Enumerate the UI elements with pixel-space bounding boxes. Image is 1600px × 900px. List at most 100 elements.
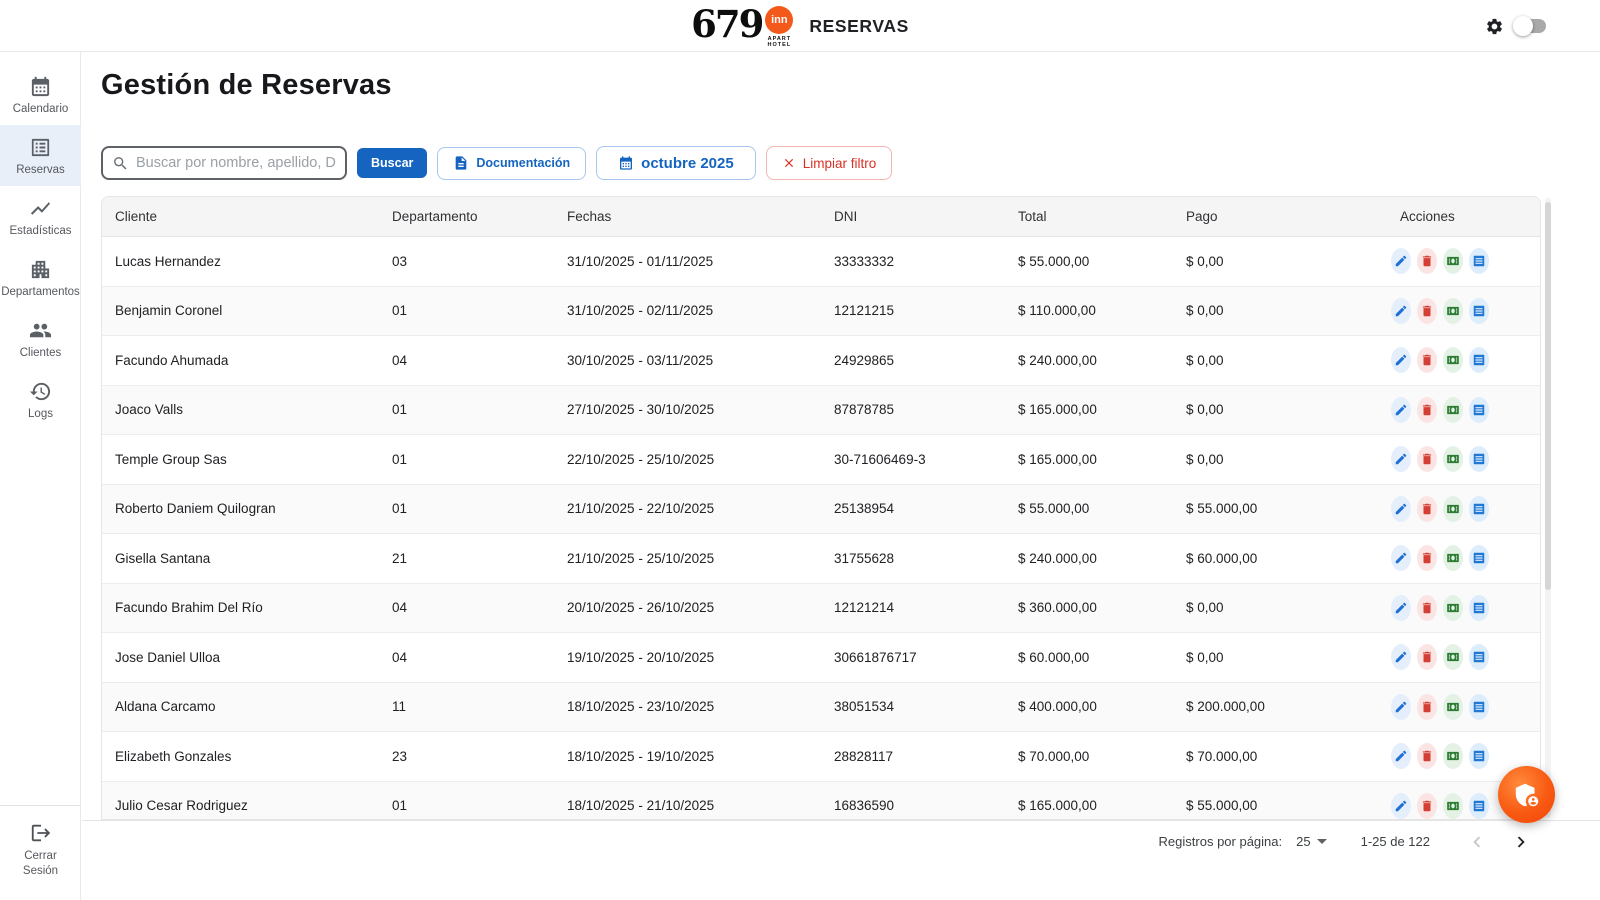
payment-button[interactable] xyxy=(1443,496,1463,522)
edit-button[interactable] xyxy=(1391,694,1411,720)
page-range-label: 1-25 de 122 xyxy=(1361,834,1430,849)
delete-button[interactable] xyxy=(1417,545,1437,571)
details-button[interactable] xyxy=(1469,298,1489,324)
payment-button[interactable] xyxy=(1443,644,1463,670)
sidebar-item-estadisticas[interactable]: Estadísticas xyxy=(0,186,81,247)
table-row: Facundo Ahumada 04 30/10/2025 - 03/11/20… xyxy=(102,336,1540,386)
edit-button[interactable] xyxy=(1391,397,1411,423)
details-button[interactable] xyxy=(1469,595,1489,621)
cell-departamento: 01 xyxy=(379,452,554,467)
per-page-select[interactable]: 25 xyxy=(1296,834,1326,849)
cell-departamento: 11 xyxy=(379,699,554,714)
cell-cliente: Benjamin Coronel xyxy=(102,303,379,318)
delete-button[interactable] xyxy=(1417,397,1437,423)
edit-button[interactable] xyxy=(1391,793,1411,819)
delete-button[interactable] xyxy=(1417,694,1437,720)
details-button[interactable] xyxy=(1469,694,1489,720)
settings-gear-icon[interactable] xyxy=(1485,17,1504,36)
logout-button[interactable]: Cerrar Sesión xyxy=(0,805,81,879)
payment-button[interactable] xyxy=(1443,298,1463,324)
table-row: Jose Daniel Ulloa 04 19/10/2025 - 20/10/… xyxy=(102,633,1540,683)
edit-button[interactable] xyxy=(1391,446,1411,472)
payment-button[interactable] xyxy=(1443,545,1463,571)
sidebar-item-calendario[interactable]: Calendario xyxy=(0,64,81,125)
chevron-right-icon xyxy=(1510,831,1532,853)
table-row: Joaco Valls 01 27/10/2025 - 30/10/2025 8… xyxy=(102,386,1540,436)
payment-button[interactable] xyxy=(1443,793,1463,819)
cell-acciones xyxy=(1378,496,1540,522)
payment-button[interactable] xyxy=(1443,397,1463,423)
sidebar-item-departamentos[interactable]: Departamentos xyxy=(0,247,81,308)
delete-button[interactable] xyxy=(1417,298,1437,324)
payment-button[interactable] xyxy=(1443,446,1463,472)
details-button[interactable] xyxy=(1469,446,1489,472)
receipt-list-icon xyxy=(1472,700,1486,714)
details-button[interactable] xyxy=(1469,545,1489,571)
theme-toggle[interactable] xyxy=(1516,19,1546,33)
edit-button[interactable] xyxy=(1391,743,1411,769)
cell-pago: $ 0,00 xyxy=(1173,600,1378,615)
previous-page-button[interactable] xyxy=(1462,831,1492,853)
payment-button[interactable] xyxy=(1443,694,1463,720)
cell-dni: 12121214 xyxy=(821,600,1005,615)
table-row: Benjamin Coronel 01 31/10/2025 - 02/11/2… xyxy=(102,287,1540,337)
table-scrollbar-thumb[interactable] xyxy=(1545,202,1551,590)
details-button[interactable] xyxy=(1469,397,1489,423)
cell-pago: $ 0,00 xyxy=(1173,254,1378,269)
details-button[interactable] xyxy=(1469,793,1489,819)
table-row: Gisella Santana 21 21/10/2025 - 25/10/20… xyxy=(102,534,1540,584)
payment-button[interactable] xyxy=(1443,743,1463,769)
cell-departamento: 01 xyxy=(379,402,554,417)
edit-button[interactable] xyxy=(1391,595,1411,621)
sidebar-item-logs[interactable]: Logs xyxy=(0,369,81,430)
admin-fab-button[interactable] xyxy=(1498,766,1555,823)
cell-pago: $ 0,00 xyxy=(1173,452,1378,467)
edit-button[interactable] xyxy=(1391,496,1411,522)
delete-button[interactable] xyxy=(1417,644,1437,670)
cell-pago: $ 200.000,00 xyxy=(1173,699,1378,714)
pencil-icon xyxy=(1394,749,1408,763)
cell-fechas: 21/10/2025 - 25/10/2025 xyxy=(554,551,821,566)
delete-button[interactable] xyxy=(1417,595,1437,621)
sidebar-item-clientes[interactable]: Clientes xyxy=(0,308,81,369)
cell-total: $ 55.000,00 xyxy=(1005,254,1173,269)
search-button[interactable]: Buscar xyxy=(357,148,427,178)
documentation-button[interactable]: Documentación xyxy=(437,147,586,180)
details-button[interactable] xyxy=(1469,248,1489,274)
cell-cliente: Temple Group Sas xyxy=(102,452,379,467)
trash-icon xyxy=(1420,502,1434,516)
delete-button[interactable] xyxy=(1417,446,1437,472)
edit-button[interactable] xyxy=(1391,545,1411,571)
calendar-icon xyxy=(29,75,52,98)
clear-filter-button[interactable]: Limpiar filtro xyxy=(766,146,893,180)
edit-button[interactable] xyxy=(1391,644,1411,670)
cell-fechas: 18/10/2025 - 23/10/2025 xyxy=(554,699,821,714)
delete-button[interactable] xyxy=(1417,743,1437,769)
edit-button[interactable] xyxy=(1391,248,1411,274)
receipt-list-icon xyxy=(1472,799,1486,813)
table-header-row: Cliente Departamento Fechas DNI Total Pa… xyxy=(102,197,1540,237)
hotel-logo: 679 inn APART HOTEL xyxy=(691,4,793,48)
cell-total: $ 360.000,00 xyxy=(1005,600,1173,615)
delete-button[interactable] xyxy=(1417,496,1437,522)
payment-button[interactable] xyxy=(1443,347,1463,373)
sidebar-item-reservas[interactable]: Reservas xyxy=(0,125,81,186)
cell-cliente: Gisella Santana xyxy=(102,551,379,566)
payment-button[interactable] xyxy=(1443,595,1463,621)
month-filter-button[interactable]: octubre 2025 xyxy=(596,146,756,180)
next-page-button[interactable] xyxy=(1506,831,1536,853)
details-button[interactable] xyxy=(1469,496,1489,522)
details-button[interactable] xyxy=(1469,743,1489,769)
cell-departamento: 23 xyxy=(379,749,554,764)
details-button[interactable] xyxy=(1469,644,1489,670)
delete-button[interactable] xyxy=(1417,347,1437,373)
trash-icon xyxy=(1420,700,1434,714)
edit-button[interactable] xyxy=(1391,298,1411,324)
search-input[interactable] xyxy=(136,155,336,171)
payment-button[interactable] xyxy=(1443,248,1463,274)
delete-button[interactable] xyxy=(1417,793,1437,819)
delete-button[interactable] xyxy=(1417,248,1437,274)
edit-button[interactable] xyxy=(1391,347,1411,373)
trash-icon xyxy=(1420,601,1434,615)
details-button[interactable] xyxy=(1469,347,1489,373)
